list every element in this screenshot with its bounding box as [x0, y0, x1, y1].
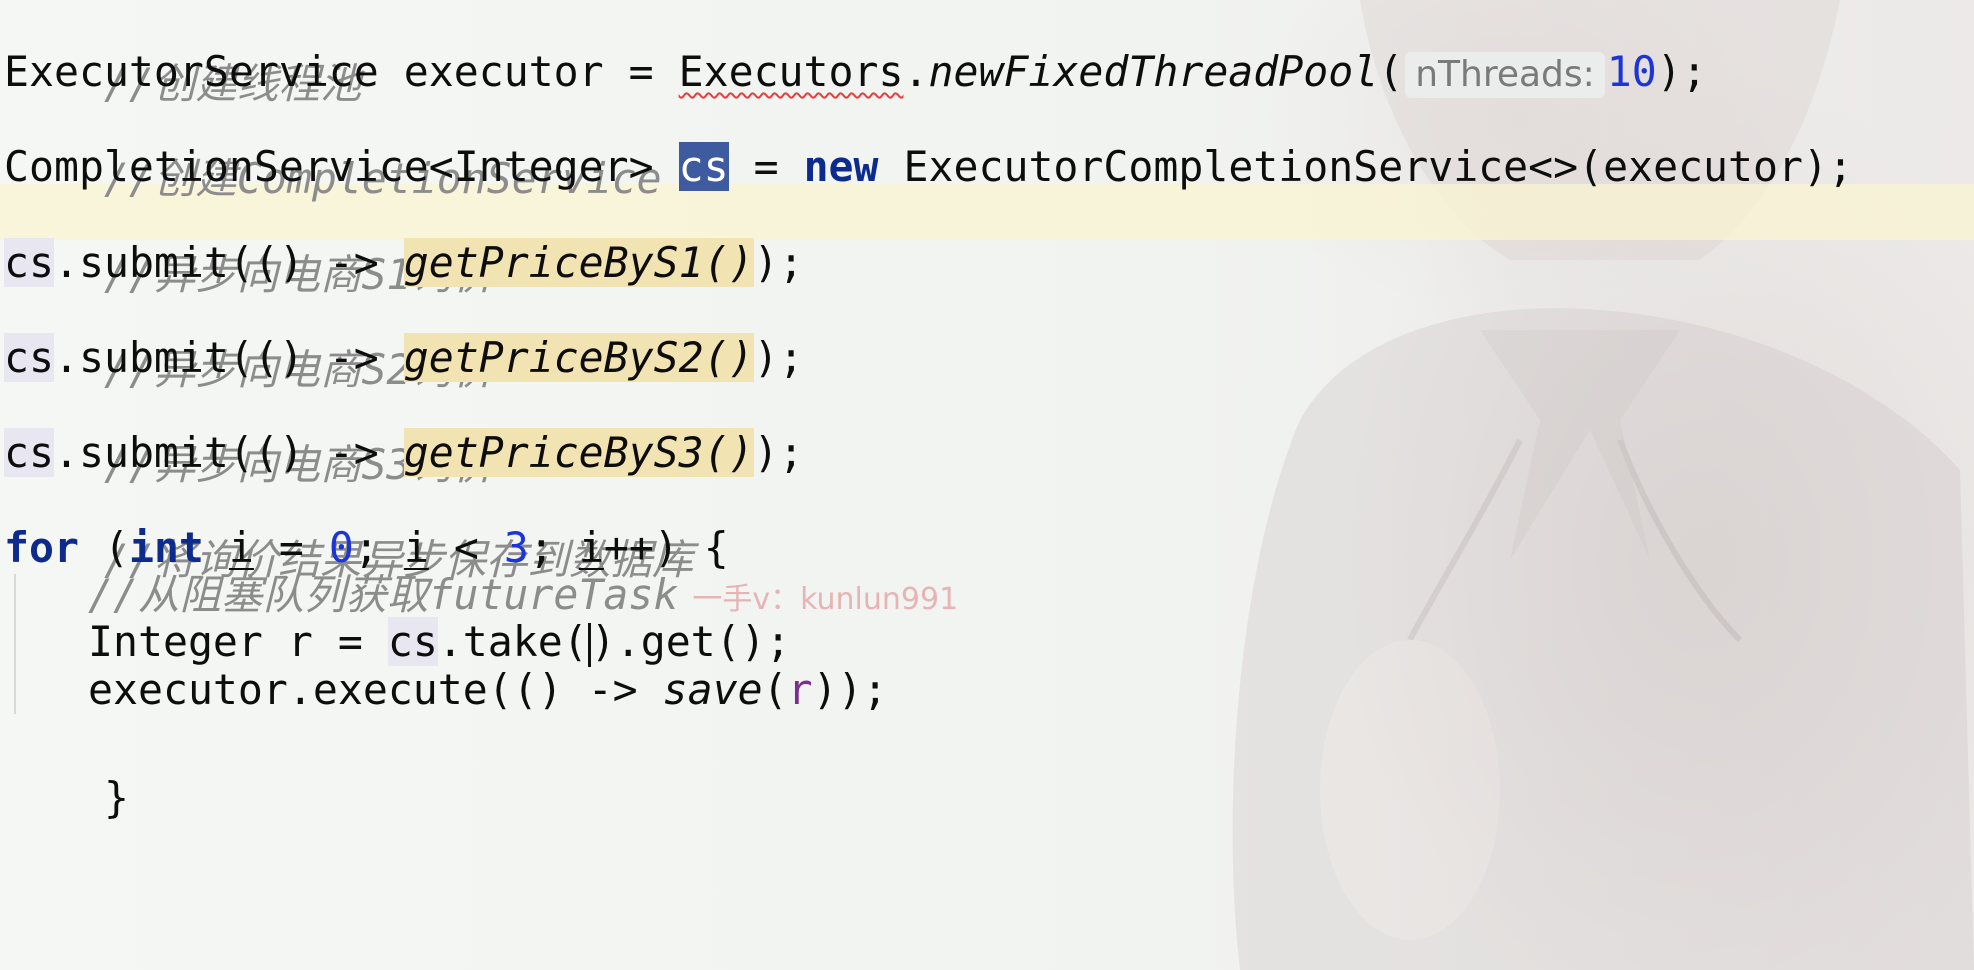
code-token: CompletionService<Integer> [4, 142, 679, 191]
code-token: ); [1656, 47, 1707, 96]
code-token: ); [753, 333, 804, 382]
indent-guide [14, 574, 16, 714]
selected-variable[interactable]: cs [678, 142, 729, 191]
code-token: .take( [437, 617, 588, 666]
code-token: ( [762, 665, 788, 714]
code-token: executor.execute(() -> [88, 665, 663, 714]
code-token: = [728, 142, 804, 191]
parameter-hint: nThreads: [1405, 52, 1605, 98]
keyword: for [4, 523, 79, 572]
code-token: )); [812, 665, 888, 714]
number-literal: 10 [1606, 47, 1657, 96]
code-token: Integer r = [88, 617, 388, 666]
variable-reference[interactable]: r [788, 665, 813, 714]
code-token: ExecutorCompletionService<>(executor); [878, 142, 1853, 191]
code-token: ); [753, 238, 804, 287]
variable-occurrence[interactable]: cs [387, 617, 438, 666]
code-token: } [103, 773, 129, 822]
code-token: ( [1378, 47, 1404, 96]
keyword: new [803, 142, 879, 191]
code-token: . [903, 47, 929, 96]
code-line-15[interactable]: executor.execute(() -> save(r)); [88, 660, 888, 720]
code-editor[interactable]: //创建线程池 ExecutorService executor = Execu… [0, 0, 1974, 970]
method-name[interactable]: newFixedThreadPool [928, 47, 1378, 96]
code-token: ).get(); [590, 617, 791, 666]
method-name[interactable]: save [663, 665, 763, 714]
code-token-warning[interactable]: Executors [679, 47, 904, 96]
code-line-16[interactable]: } [4, 708, 129, 822]
code-token: ); [753, 428, 804, 477]
